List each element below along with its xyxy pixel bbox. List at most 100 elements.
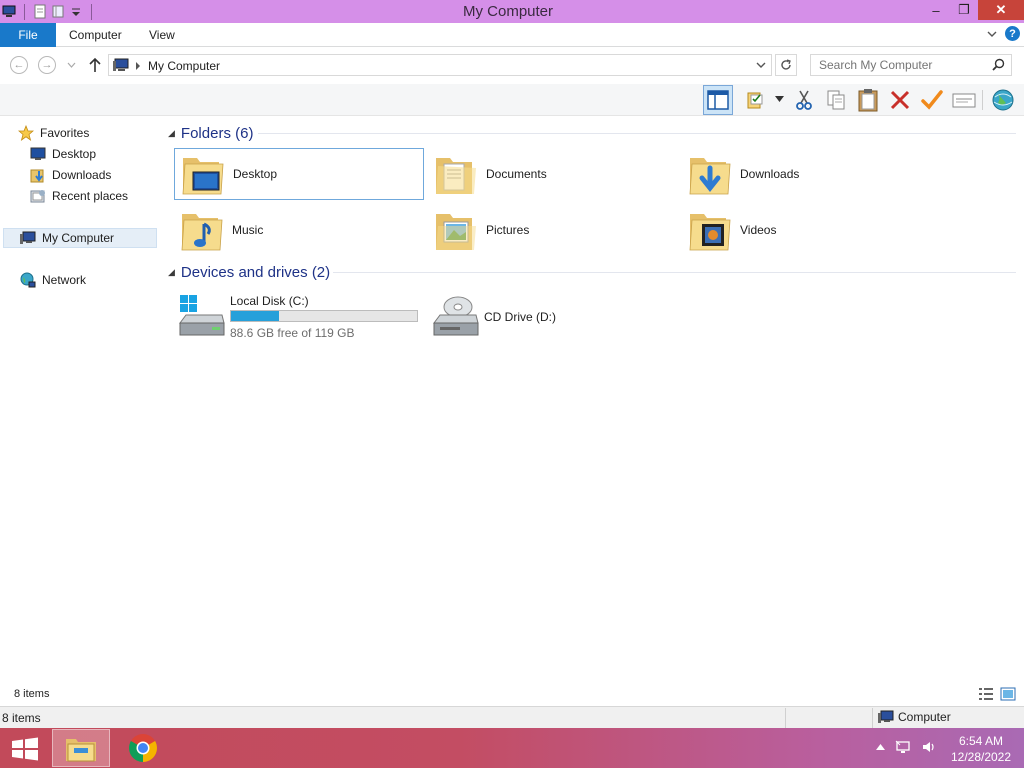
recent-places-icon [30, 190, 45, 203]
chevron-down-icon[interactable] [756, 62, 766, 69]
taskbar: 6:54 AM 12/28/2022 [0, 728, 1024, 768]
preview-pane-button[interactable] [703, 85, 733, 115]
window-title: My Computer [462, 3, 554, 20]
search-box [810, 54, 1012, 76]
drive-tile-local-disk[interactable]: Local Disk (C:) 88.6 GB free of 119 GB [174, 291, 424, 343]
computer-icon [20, 231, 36, 244]
collapse-triangle-icon[interactable]: ◢ [168, 267, 175, 278]
select-button[interactable] [741, 85, 771, 115]
folder-label: Music [232, 223, 264, 237]
nav-desktop[interactable]: Desktop [30, 144, 96, 164]
breadcrumb-arrow-icon[interactable] [135, 62, 141, 70]
rename-button[interactable] [917, 85, 947, 115]
minimize-button[interactable]: – [922, 0, 950, 20]
drive-usage-bar [230, 310, 418, 322]
tiles-view-icon[interactable] [1000, 687, 1016, 701]
copy-icon [827, 90, 845, 110]
recent-locations-icon[interactable] [67, 62, 76, 68]
expand-ribbon-icon[interactable] [987, 29, 997, 39]
paste-button[interactable] [853, 85, 883, 115]
nav-recent-places[interactable]: Recent places [30, 186, 128, 206]
help-icon[interactable]: ? [1005, 26, 1020, 41]
refresh-button[interactable] [775, 54, 797, 76]
up-arrow-icon[interactable] [88, 57, 102, 73]
drive-usage-fill [231, 311, 280, 321]
devices-group-header[interactable]: ◢ Devices and drives (2) [168, 262, 330, 282]
cut-button[interactable] [789, 85, 819, 115]
clipboard-icon [858, 89, 878, 112]
desktop-icon [30, 147, 46, 160]
system-tray [876, 740, 937, 754]
folder-tile-documents[interactable]: Documents [428, 148, 678, 200]
nav-network[interactable]: Network [20, 270, 86, 290]
taskbar-chrome[interactable] [114, 729, 172, 767]
select-all-icon [747, 92, 763, 109]
properties-button[interactable] [949, 85, 979, 115]
folder-tile-desktop[interactable]: Desktop [174, 148, 424, 200]
chrome-icon [129, 734, 157, 762]
status-bar: 8 items [0, 684, 1024, 706]
back-button[interactable]: ← [10, 56, 28, 74]
desktop-folder-icon [182, 158, 224, 195]
bottom-item-count: 8 items [2, 711, 41, 725]
title-bar: My Computer – ❐ ✕ [0, 0, 1024, 23]
forward-button[interactable]: → [38, 56, 56, 74]
restore-button[interactable]: ❐ [950, 0, 978, 20]
nav-recent-places-label: Recent places [52, 189, 129, 203]
downloads-folder-icon [689, 158, 731, 195]
tab-view[interactable]: View [149, 28, 175, 42]
folder-label: Videos [740, 223, 777, 237]
command-toolbar [0, 84, 1024, 116]
navigation-pane: Favorites Desktop Downloads Recent place… [0, 117, 160, 684]
tab-computer[interactable]: Computer [69, 28, 122, 42]
network-status-icon[interactable] [895, 740, 911, 754]
folder-tile-pictures[interactable]: Pictures [428, 204, 678, 256]
folder-tile-music[interactable]: Music [174, 204, 424, 256]
chevron-down-icon[interactable] [775, 96, 784, 102]
drive-name: CD Drive (D:) [484, 310, 556, 324]
folder-label: Pictures [486, 223, 530, 237]
cd-drive-icon [433, 296, 479, 336]
folder-tile-videos[interactable]: Videos [682, 204, 932, 256]
folder-label: Documents [486, 167, 547, 181]
globe-icon [992, 89, 1014, 111]
status-separator [785, 708, 786, 728]
group-divider [333, 272, 1016, 273]
clock[interactable]: 6:54 AM 12/28/2022 [945, 733, 1017, 765]
folder-label: Downloads [740, 167, 800, 181]
tab-file[interactable]: File [0, 23, 56, 47]
clock-date: 12/28/2022 [950, 750, 1012, 764]
content-pane: ◢ Folders (6) Desktop Documents Download… [160, 117, 1024, 684]
nav-favorites[interactable]: Favorites [18, 123, 89, 143]
copy-button[interactable] [821, 85, 851, 115]
documents-folder-icon [436, 158, 476, 194]
view-switcher [978, 687, 1016, 701]
network-button[interactable] [988, 85, 1018, 115]
status-computer-label: Computer [898, 710, 951, 724]
close-button[interactable]: ✕ [978, 0, 1024, 20]
star-icon [18, 125, 34, 141]
address-row: ← → My Computer [0, 48, 1024, 84]
volume-icon[interactable] [921, 740, 937, 754]
nav-favorites-label: Favorites [40, 126, 90, 140]
search-icon[interactable] [992, 58, 1005, 71]
nav-downloads[interactable]: Downloads [30, 165, 111, 185]
collapse-triangle-icon[interactable]: ◢ [168, 128, 175, 139]
pictures-folder-icon [436, 214, 476, 250]
folder-tile-downloads[interactable]: Downloads [682, 148, 932, 200]
windows-start-icon[interactable] [10, 737, 40, 761]
details-view-icon[interactable] [978, 687, 994, 701]
window-controls: – ❐ ✕ [922, 0, 1024, 23]
taskbar-file-explorer[interactable] [52, 729, 110, 767]
breadcrumb[interactable]: My Computer [148, 59, 220, 73]
delete-button[interactable] [885, 85, 915, 115]
address-bar[interactable]: My Computer [108, 54, 772, 76]
nav-my-computer[interactable]: My Computer [3, 228, 157, 248]
show-hidden-icons-icon[interactable] [876, 744, 885, 750]
folders-group-header[interactable]: ◢ Folders (6) [168, 123, 253, 143]
search-input[interactable] [811, 55, 981, 75]
computer-icon [113, 58, 129, 71]
devices-header-label: Devices and drives (2) [180, 263, 331, 281]
computer-icon [878, 710, 894, 723]
drive-tile-cd-drive[interactable]: CD Drive (D:) [428, 291, 678, 343]
